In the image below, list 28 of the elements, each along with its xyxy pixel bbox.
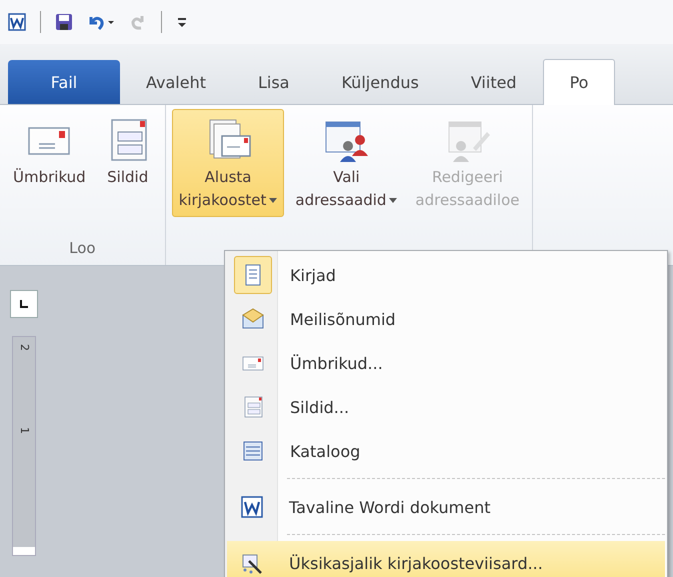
- ruler-number: 2: [18, 344, 30, 351]
- ribbon-tab[interactable]: Viited: [444, 60, 543, 104]
- ribbon-button[interactable]: Vali adressaadid: [288, 109, 404, 216]
- menu-item[interactable]: Tavaline Wordi dokument: [227, 473, 665, 529]
- ribbon-tab[interactable]: Po: [542, 59, 616, 105]
- group-label: Loo: [68, 238, 97, 259]
- file-tab[interactable]: Fail: [8, 60, 120, 104]
- tab-selector[interactable]: [10, 290, 38, 318]
- ribbon-button[interactable]: Sildid: [96, 109, 159, 194]
- menu-item[interactable]: Kataloog: [227, 429, 665, 473]
- menu-item[interactable]: Meilisõnumid: [227, 297, 665, 341]
- menu-item[interactable]: Sildid...: [227, 385, 665, 429]
- ribbon-tab[interactable]: Küljendus: [315, 60, 445, 104]
- envelope-icon: [241, 307, 265, 331]
- ribbon-button[interactable]: Alusta kirjakoostet: [172, 109, 284, 216]
- menu-item[interactable]: Kirjad: [227, 253, 665, 297]
- menu-item[interactable]: Ümbrikud...: [227, 341, 665, 385]
- ruler-number: 1: [18, 427, 30, 434]
- ribbon-tab[interactable]: Lisa: [232, 60, 316, 104]
- tab-stop-icon: [19, 299, 29, 309]
- word-icon: [240, 495, 264, 519]
- caret-icon: [269, 198, 278, 203]
- list-icon: [241, 439, 265, 463]
- ribbon-tab[interactable]: Avaleht: [120, 60, 232, 104]
- save-icon[interactable]: [55, 13, 73, 31]
- ribbon-button[interactable]: Ümbrikud: [6, 109, 93, 194]
- word-icon[interactable]: [8, 13, 26, 31]
- caret-icon: [389, 198, 398, 203]
